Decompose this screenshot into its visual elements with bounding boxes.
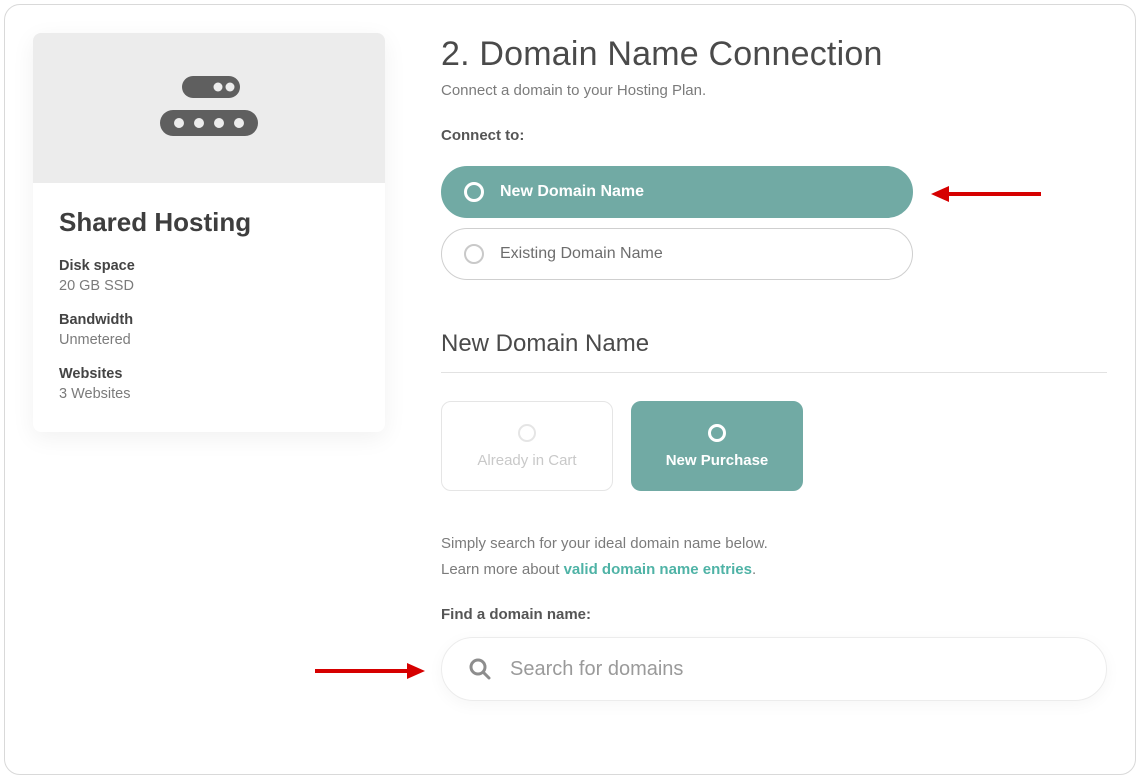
server-icon-container — [33, 33, 385, 183]
radio-icon — [518, 424, 536, 442]
option-new-domain-label: New Domain Name — [500, 183, 644, 201]
option-existing-domain-label: Existing Domain Name — [500, 245, 663, 263]
radio-icon — [708, 424, 726, 442]
plan-card: Shared Hosting Disk space 20 GB SSD Band… — [33, 33, 385, 432]
page-title: 2. Domain Name Connection — [441, 35, 1107, 74]
option-existing-domain[interactable]: Existing Domain Name — [441, 228, 913, 280]
domain-search-wrap — [441, 637, 1107, 701]
annotation-arrow-icon — [315, 661, 425, 681]
page-subtitle: Connect a domain to your Hosting Plan. — [441, 82, 1107, 99]
helper-line-2-prefix: Learn more about — [441, 561, 564, 578]
connect-to-label: Connect to: — [441, 127, 1107, 144]
server-icon — [160, 76, 258, 140]
radio-icon — [464, 244, 484, 264]
main-content: 2. Domain Name Connection Connect a doma… — [441, 33, 1107, 774]
helper-text: Simply search for your ideal domain name… — [441, 531, 1107, 582]
search-icon — [468, 657, 492, 681]
radio-icon — [464, 182, 484, 202]
domain-search-input[interactable] — [510, 658, 1080, 681]
plan-title: Shared Hosting — [59, 207, 359, 238]
tab-already-in-cart[interactable]: Already in Cart — [441, 401, 613, 491]
tab-new-purchase-label: New Purchase — [666, 452, 769, 469]
bandwidth-value: Unmetered — [59, 332, 359, 348]
purchase-tabs: Already in Cart New Purchase — [441, 401, 1107, 491]
helper-period: . — [752, 561, 756, 578]
tab-new-purchase[interactable]: New Purchase — [631, 401, 803, 491]
websites-value: 3 Websites — [59, 386, 359, 402]
connect-option-group: New Domain Name Existing Domain Name — [441, 166, 913, 280]
option-new-domain[interactable]: New Domain Name — [441, 166, 913, 218]
find-domain-label: Find a domain name: — [441, 606, 1107, 623]
disk-space-label: Disk space — [59, 258, 359, 274]
disk-space-value: 20 GB SSD — [59, 278, 359, 294]
section-title: New Domain Name — [441, 330, 1107, 373]
tab-already-in-cart-label: Already in Cart — [477, 452, 576, 469]
app-frame: Shared Hosting Disk space 20 GB SSD Band… — [4, 4, 1136, 775]
bandwidth-label: Bandwidth — [59, 312, 359, 328]
domain-search-box[interactable] — [441, 637, 1107, 701]
websites-label: Websites — [59, 366, 359, 382]
valid-entries-link[interactable]: valid domain name entries — [564, 561, 752, 578]
plan-card-body: Shared Hosting Disk space 20 GB SSD Band… — [33, 183, 385, 432]
helper-line-1: Simply search for your ideal domain name… — [441, 535, 768, 552]
annotation-arrow-icon — [931, 184, 1041, 204]
